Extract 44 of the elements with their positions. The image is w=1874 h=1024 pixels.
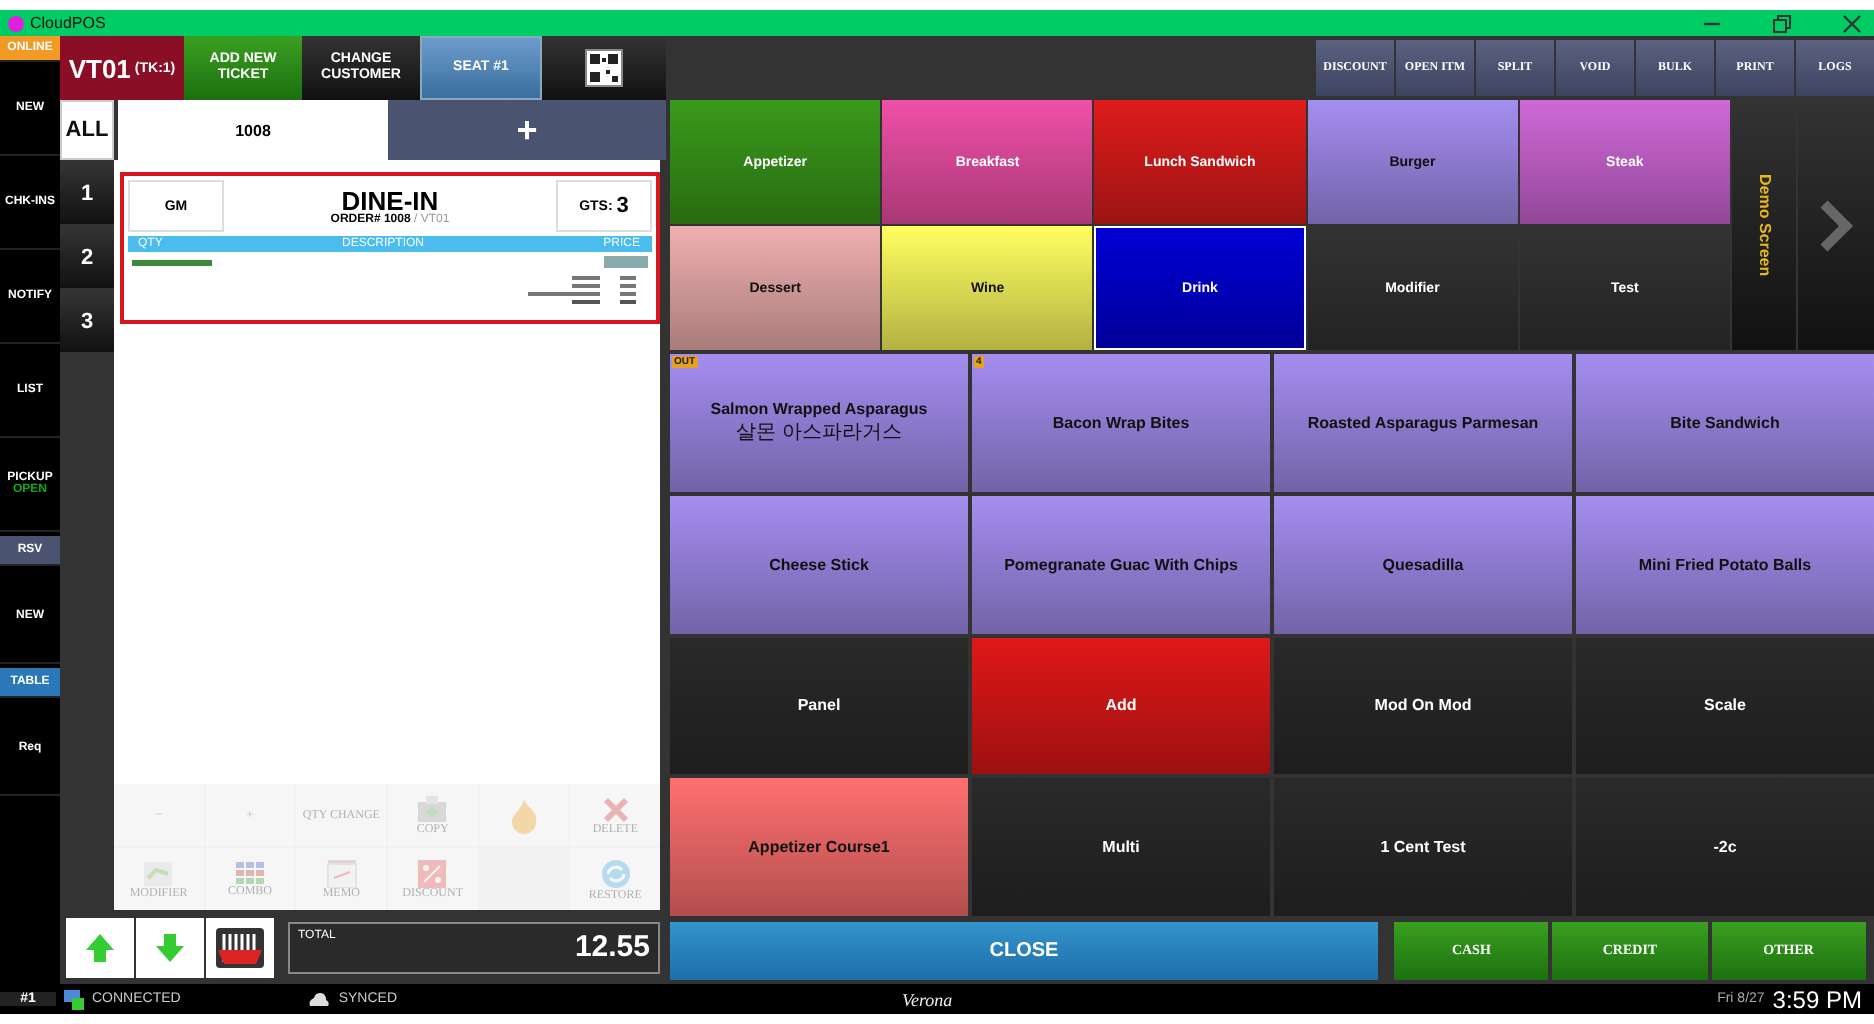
computer-icon <box>64 989 84 1009</box>
menu-item-button[interactable]: Pomegranate Guac With Chips <box>972 495 1270 633</box>
clock-label: 3:59 PM <box>1772 985 1862 1013</box>
chevron-right-icon <box>1818 199 1854 251</box>
menu-item-button[interactable]: Multi <box>972 778 1270 916</box>
window-title: CloudPOS <box>30 14 108 32</box>
order-type: DINE-IN <box>341 187 439 213</box>
edit-icon <box>142 859 175 887</box>
menu-item-button[interactable]: Cheese Stick <box>670 495 968 633</box>
seat-button[interactable]: 3 <box>60 292 114 352</box>
menu-item-button[interactable]: Panel <box>670 637 968 775</box>
seat-button[interactable]: ALL <box>60 100 114 160</box>
up-arrow-icon <box>84 931 116 963</box>
menu-item-button[interactable]: Roasted Asparagus Parmesan <box>1274 354 1572 492</box>
seat-button[interactable]: 2 <box>60 228 114 288</box>
store-name: Verona <box>899 989 955 1009</box>
menu-item-button[interactable]: Mod On Mod <box>1274 637 1572 775</box>
app-icon <box>8 15 24 31</box>
down-arrow-icon <box>154 931 186 963</box>
qr-code-icon <box>584 48 624 88</box>
percent-icon <box>418 859 447 887</box>
memo-icon <box>325 859 358 887</box>
qr-code-button[interactable] <box>542 36 666 100</box>
menu-item-button[interactable]: 1 Cent Test <box>1274 778 1572 916</box>
clipboard-icon <box>416 795 449 823</box>
add-ticket-button[interactable]: + <box>388 100 666 160</box>
seat-button[interactable]: 1 <box>60 164 114 224</box>
refresh-icon <box>599 857 632 889</box>
menu-item-button[interactable]: Add <box>972 637 1270 775</box>
delete-icon <box>601 795 630 823</box>
close-ticket-button[interactable]: CLOSE <box>670 921 1378 979</box>
cloud-icon <box>308 992 331 1006</box>
restore-icon[interactable] <box>1772 13 1792 33</box>
menu-item-button[interactable]: Appetizer Course1 <box>670 778 968 916</box>
barcode-button[interactable] <box>206 917 274 977</box>
barcode-icon <box>214 925 266 969</box>
menu-item-button[interactable]: Scale <box>1576 637 1874 775</box>
menu-item-button[interactable]: Bite Sandwich <box>1576 354 1874 492</box>
menu-item-button[interactable]: Quesadilla <box>1274 495 1572 633</box>
menu-item-button[interactable]: Mini Fried Potato Balls <box>1576 495 1874 633</box>
ticket-tab[interactable]: 1008 <box>114 100 388 160</box>
grid-icon <box>235 861 264 885</box>
close-icon[interactable] <box>1842 13 1862 33</box>
menu-item-button[interactable]: -2c <box>1576 778 1874 916</box>
